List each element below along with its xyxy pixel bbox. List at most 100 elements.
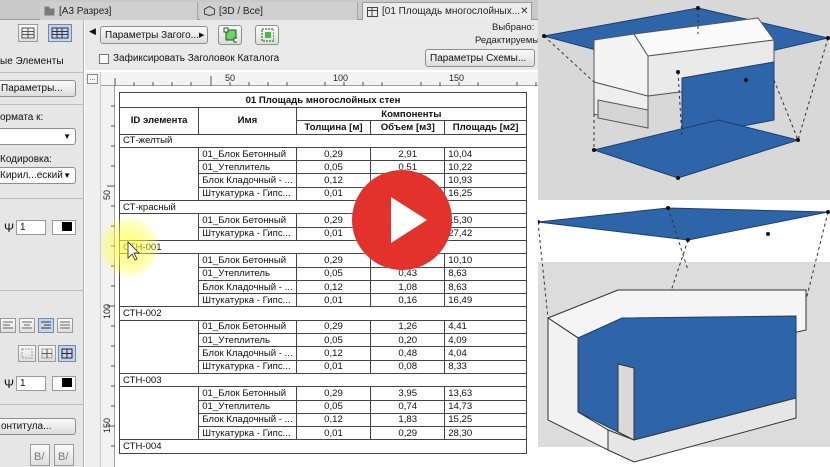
tab-3d-all[interactable]: [3D / Все]: [200, 2, 358, 20]
component-name-cell[interactable]: 01_Утеплитель: [198, 333, 297, 348]
volume-cell[interactable]: 0,48: [370, 346, 446, 361]
split-cells-icon[interactable]: B/: [54, 444, 74, 466]
view-table-icon[interactable]: [48, 24, 72, 42]
area-cell[interactable]: 4,04: [444, 346, 527, 361]
area-cell[interactable]: 8,63: [444, 279, 527, 295]
thickness-cell[interactable]: 0,05: [295, 333, 372, 348]
volume-cell[interactable]: 0,20: [370, 333, 446, 348]
align-justify-icon[interactable]: [57, 318, 73, 333]
component-name-cell[interactable]: 01_Утеплитель: [198, 266, 297, 281]
component-name-cell[interactable]: 01_Блок Бетонный: [198, 213, 297, 228]
area-cell[interactable]: 4,41: [444, 319, 527, 335]
thickness-cell[interactable]: 0,01: [295, 426, 372, 441]
group-id-cell[interactable]: СТ-красный: [119, 200, 527, 215]
area-cell[interactable]: 10,10: [444, 253, 527, 268]
thickness-cell[interactable]: 0,01: [295, 359, 372, 374]
component-name-cell[interactable]: Штукатурка - Гипс...: [198, 226, 297, 241]
volume-cell[interactable]: 0,08: [370, 359, 446, 374]
thickness-cell[interactable]: 0,29: [295, 146, 372, 162]
group-id-cell[interactable]: СТН-002: [119, 306, 527, 321]
area-cell[interactable]: 14,73: [444, 399, 527, 414]
area-cell[interactable]: 15,25: [444, 412, 527, 428]
pen-number-field[interactable]: 1: [16, 220, 46, 235]
volume-cell[interactable]: 3,95: [370, 386, 446, 401]
thickness-cell[interactable]: 0,29: [295, 386, 372, 401]
component-name-cell[interactable]: Блок Кладочный - ...: [198, 279, 297, 295]
thickness-cell[interactable]: 0,01: [295, 293, 372, 308]
component-name-cell[interactable]: Штукатурка - Гипс...: [198, 359, 297, 374]
area-cell[interactable]: 10,93: [444, 173, 527, 188]
component-name-cell[interactable]: Блок Кладочный - ...: [198, 412, 297, 428]
volume-cell[interactable]: 1,26: [370, 319, 446, 335]
area-cell[interactable]: 10,22: [444, 160, 527, 175]
component-name-cell[interactable]: Штукатурка - Гипс...: [198, 186, 297, 202]
thickness-cell[interactable]: 0,12: [295, 173, 372, 188]
tab-schedule[interactable]: [01 Площадь многослойных... ✕: [362, 2, 532, 20]
more-button[interactable]: ...: [87, 74, 98, 84]
parameters-button[interactable]: Параметры...: [0, 80, 76, 97]
thickness-cell[interactable]: 0,12: [295, 412, 372, 428]
tab-section-a3[interactable]: [A3 Разрез]: [40, 2, 198, 20]
encoding-select[interactable]: Кирил...еский ▼: [0, 167, 76, 184]
group-id-cell[interactable]: СТН-001: [119, 239, 527, 255]
area-cell[interactable]: 8,33: [444, 359, 527, 374]
area-cell[interactable]: 16,25: [444, 186, 527, 202]
border-all-icon[interactable]: [58, 345, 76, 362]
area-cell[interactable]: 10,04: [444, 146, 527, 162]
video-play-button[interactable]: [352, 170, 452, 270]
merge-cells-icon[interactable]: B/: [30, 444, 50, 466]
component-name-cell[interactable]: 01_Блок Бетонный: [198, 319, 297, 335]
group-id-cell[interactable]: СТН-004: [119, 439, 527, 454]
component-name-cell[interactable]: Штукатурка - Гипс...: [198, 293, 297, 308]
area-cell[interactable]: 16,49: [444, 293, 527, 308]
scheme-params-button[interactable]: Параметры Схемы...: [425, 49, 535, 67]
volume-cell[interactable]: 0,29: [370, 426, 446, 441]
component-name-cell[interactable]: 01_Утеплитель: [198, 399, 297, 414]
area-cell[interactable]: 27,42: [444, 226, 527, 241]
table-row: Штукатурка - Гипс... 0,01 0,29 28,30: [118, 426, 527, 441]
volume-cell[interactable]: 2,91: [370, 146, 446, 162]
border-pen-color-swatch[interactable]: [52, 376, 76, 391]
thickness-cell[interactable]: 0,12: [295, 346, 372, 361]
area-cell[interactable]: 4,09: [444, 333, 527, 348]
header-params-button[interactable]: Параметры Загого... ▶: [100, 26, 208, 44]
volume-cell[interactable]: 0,74: [370, 399, 446, 414]
volume-cell[interactable]: 0,16: [370, 293, 446, 308]
thickness-cell[interactable]: 0,05: [295, 266, 372, 281]
group-id-cell[interactable]: СТ-желтый: [119, 133, 527, 148]
area-cell[interactable]: 15,30: [444, 213, 527, 228]
align-left-icon[interactable]: [0, 318, 16, 333]
collapse-left-icon[interactable]: ◀: [89, 26, 96, 37]
thickness-cell[interactable]: 0,29: [295, 319, 372, 335]
thickness-cell[interactable]: 0,29: [295, 253, 372, 268]
thickness-cell[interactable]: 0,05: [295, 160, 372, 175]
border-pen-number-field[interactable]: 1: [16, 376, 46, 391]
format-select[interactable]: ▼: [0, 128, 76, 145]
area-cell[interactable]: 28,30: [444, 426, 527, 441]
footer-settings-button[interactable]: онтитула...: [0, 418, 76, 435]
lock-header-checkbox[interactable]: [99, 54, 109, 64]
component-name-cell[interactable]: Блок Кладочный - ...: [198, 346, 297, 361]
align-right-icon[interactable]: [38, 318, 54, 333]
area-cell[interactable]: 8,63: [444, 266, 527, 281]
volume-cell[interactable]: 1,08: [370, 279, 446, 295]
component-name-cell[interactable]: 01_Блок Бетонный: [198, 386, 297, 401]
pen-color-swatch[interactable]: [52, 220, 76, 235]
component-name-cell[interactable]: 01_Блок Бетонный: [198, 253, 297, 268]
group-id-cell[interactable]: СТН-003: [119, 372, 527, 388]
thickness-cell[interactable]: 0,05: [295, 399, 372, 414]
border-none-icon[interactable]: [18, 345, 36, 362]
select-all-icon[interactable]: [255, 25, 279, 45]
view-list-icon[interactable]: [18, 24, 38, 42]
area-cell[interactable]: 13,63: [444, 386, 527, 401]
close-icon[interactable]: ✕: [520, 6, 528, 17]
component-name-cell[interactable]: 01_Утеплитель: [198, 160, 297, 175]
component-name-cell[interactable]: Блок Кладочный - ...: [198, 173, 297, 188]
volume-cell[interactable]: 1,83: [370, 412, 446, 428]
border-inner-icon[interactable]: [38, 345, 56, 362]
thickness-cell[interactable]: 0,12: [295, 279, 372, 295]
select-tool-icon[interactable]: [218, 25, 242, 45]
component-name-cell[interactable]: Штукатурка - Гипс...: [198, 426, 297, 441]
component-name-cell[interactable]: 01_Блок Бетонный: [198, 146, 297, 162]
align-center-icon[interactable]: [19, 318, 35, 333]
